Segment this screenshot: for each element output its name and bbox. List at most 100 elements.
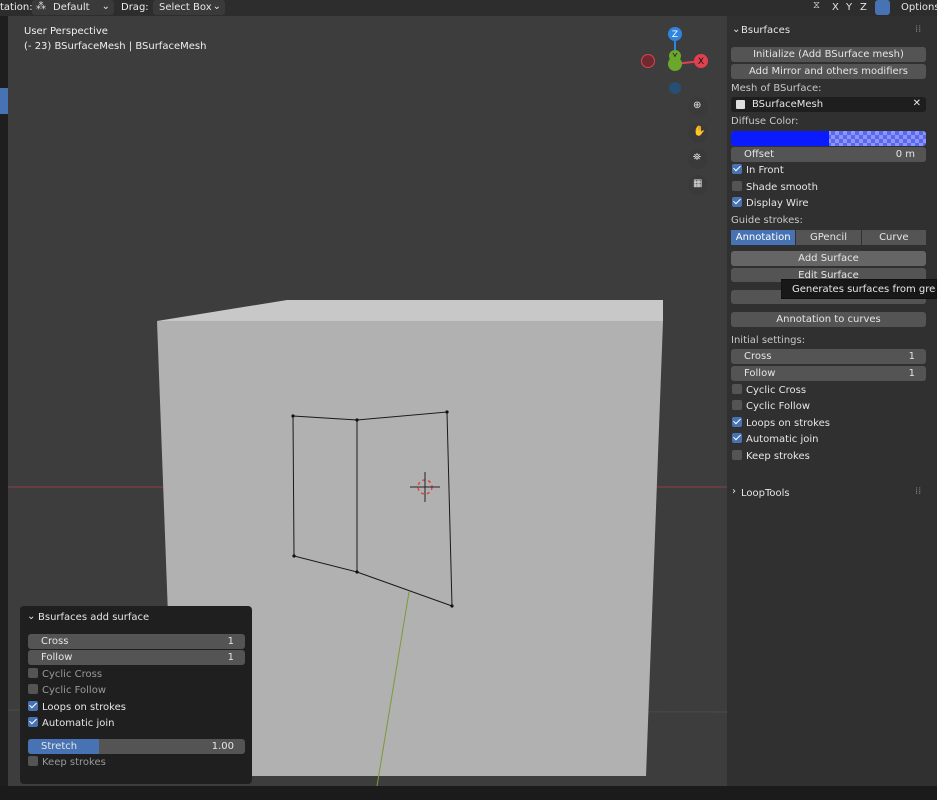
redo-cross-value: 1	[227, 636, 234, 647]
options-button[interactable]: Options	[901, 2, 937, 13]
chevron-down-icon: ⌄	[212, 1, 221, 12]
mesh-label: Mesh of BSurface:	[731, 83, 822, 94]
redo-cross-field[interactable]: Cross 1	[28, 634, 245, 649]
shade-smooth-label: Shade smooth	[746, 182, 818, 193]
status-bar	[0, 786, 937, 800]
in-front-checkbox[interactable]: In Front	[732, 164, 784, 178]
camera-view-icon[interactable]: ⛯	[688, 149, 708, 169]
chevron-down-icon[interactable]: ⌄	[732, 24, 740, 35]
redo-automatic-join-label: Automatic join	[42, 718, 115, 729]
gizmo-z-label: Z	[672, 30, 678, 40]
view-name: User Perspective	[24, 26, 108, 37]
tooltip: Generates surfaces from grease	[781, 279, 937, 299]
drag-handle-icon[interactable]: ⁞⁞	[915, 486, 921, 497]
orientation-value: Default	[53, 2, 90, 13]
mirror-axis-y[interactable]: Y	[846, 2, 852, 13]
mesh-field[interactable]: BSurfaceMesh ✕	[731, 97, 926, 112]
tab-gpencil[interactable]: GPencil	[796, 230, 861, 245]
drag-value: Select Box	[159, 2, 212, 13]
orientation-dropdown[interactable]: ⁂ Default ⌄	[32, 0, 114, 15]
guide-strokes-tabs: Annotation GPencil Curve	[731, 230, 926, 245]
loops-on-strokes-label: Loops on strokes	[746, 418, 830, 429]
follow-field[interactable]: Follow 1	[731, 366, 926, 381]
looptools-title[interactable]: LoopTools	[741, 488, 790, 499]
redo-cross-label: Cross	[41, 636, 69, 647]
keep-strokes-label: Keep strokes	[746, 451, 810, 462]
navigation-gizmo[interactable]: Z X Y	[638, 26, 718, 106]
loops-on-strokes-checkbox[interactable]: Loops on strokes	[732, 417, 830, 431]
cube-top-face	[157, 300, 663, 321]
redo-cyclic-follow-checkbox[interactable]: Cyclic Follow	[28, 684, 106, 698]
display-wire-checkbox[interactable]: Display Wire	[732, 197, 809, 211]
guide-strokes-label: Guide strokes:	[731, 215, 803, 226]
mirror-icon[interactable]: ⧖	[813, 0, 820, 11]
initialize-button[interactable]: Initialize (Add BSurface mesh)	[731, 47, 926, 62]
add-mirror-button[interactable]: Add Mirror and others modifiers	[731, 64, 926, 79]
chevron-down-icon[interactable]: ⌄	[27, 611, 35, 622]
redo-stretch-label: Stretch	[41, 741, 78, 752]
cyclic-cross-label: Cyclic Cross	[746, 385, 807, 396]
clear-icon[interactable]: ✕	[913, 98, 921, 109]
cross-value: 1	[908, 351, 915, 362]
add-surface-button[interactable]: Add Surface	[731, 251, 926, 266]
mirror-axis-x[interactable]: X	[832, 2, 839, 13]
redo-keep-strokes-checkbox[interactable]: Keep strokes	[28, 756, 106, 770]
redo-cyclic-cross-checkbox[interactable]: Cyclic Cross	[28, 668, 102, 682]
redo-panel-title[interactable]: Bsurfaces add surface	[38, 612, 149, 623]
cross-field[interactable]: Cross 1	[731, 349, 926, 364]
panel-title[interactable]: Bsurfaces	[741, 25, 790, 36]
follow-label: Follow	[744, 368, 776, 379]
zoom-icon[interactable]: ⊕	[688, 97, 708, 117]
diffuse-label: Diffuse Color:	[731, 116, 799, 127]
toolbar	[0, 16, 8, 800]
keep-strokes-checkbox[interactable]: Keep strokes	[732, 450, 810, 464]
orientation-label: tation:	[0, 2, 33, 13]
redo-cyclic-cross-label: Cyclic Cross	[42, 669, 103, 680]
redo-keep-strokes-label: Keep strokes	[42, 757, 106, 768]
drag-label: Drag:	[121, 2, 149, 13]
automatic-join-checkbox[interactable]: Automatic join	[732, 433, 818, 447]
annotation-to-curves-button[interactable]: Annotation to curves	[731, 312, 926, 327]
redo-cyclic-follow-label: Cyclic Follow	[42, 685, 106, 696]
shade-smooth-checkbox[interactable]: Shade smooth	[732, 181, 818, 195]
follow-value: 1	[908, 368, 915, 379]
cyclic-follow-checkbox[interactable]: Cyclic Follow	[732, 400, 810, 414]
redo-stretch-value: 1.00	[211, 741, 234, 752]
select-tool-icon[interactable]	[0, 88, 8, 114]
mesh-object-icon	[736, 100, 745, 109]
chevron-right-icon[interactable]: ›	[732, 486, 736, 497]
cross-label: Cross	[744, 351, 772, 362]
automatic-join-label: Automatic join	[746, 434, 819, 445]
diffuse-color-swatch[interactable]	[731, 131, 926, 146]
snap-toggle-icon[interactable]	[875, 0, 890, 15]
header-bar: tation: ⁂ Default ⌄ Drag: Select Box ⌄ ⧖…	[0, 0, 937, 16]
offset-value: 0 m	[895, 149, 915, 160]
initial-settings-label: Initial settings:	[731, 335, 806, 346]
transform-orientation-icon: ⁂	[36, 1, 46, 12]
mirror-axis-z[interactable]: Z	[860, 2, 867, 13]
redo-loops-on-strokes-checkbox[interactable]: Loops on strokes	[28, 701, 126, 715]
offset-label: Offset	[744, 149, 775, 160]
redo-loops-on-strokes-label: Loops on strokes	[42, 702, 126, 713]
redo-follow-label: Follow	[41, 652, 73, 663]
drag-dropdown[interactable]: Select Box ⌄	[153, 0, 225, 15]
cyclic-follow-label: Cyclic Follow	[746, 401, 810, 412]
display-wire-label: Display Wire	[746, 198, 809, 209]
drag-handle-icon[interactable]: ⁞⁞	[915, 24, 921, 35]
tab-curve[interactable]: Curve	[861, 230, 926, 245]
adjust-last-operation-panel: ⌄ Bsurfaces add surface Cross 1 Follow 1…	[20, 606, 252, 784]
perspective-grid-icon[interactable]: ▦	[688, 175, 708, 195]
redo-follow-value: 1	[227, 652, 234, 663]
redo-automatic-join-checkbox[interactable]: Automatic join	[28, 717, 114, 731]
pan-hand-icon[interactable]: ✋	[688, 123, 708, 143]
object-info: (- 23) BSurfaceMesh | BSurfaceMesh	[24, 41, 207, 52]
mesh-value: BSurfaceMesh	[752, 99, 824, 110]
cyclic-cross-checkbox[interactable]: Cyclic Cross	[732, 384, 806, 398]
tab-annotation[interactable]: Annotation	[731, 230, 796, 245]
chevron-down-icon: ⌄	[101, 1, 110, 12]
offset-field[interactable]: Offset 0 m	[731, 147, 926, 162]
redo-stretch-slider[interactable]: Stretch 1.00	[28, 739, 245, 754]
gizmo-x-label: X	[698, 57, 704, 67]
in-front-label: In Front	[746, 165, 784, 176]
redo-follow-field[interactable]: Follow 1	[28, 650, 245, 665]
